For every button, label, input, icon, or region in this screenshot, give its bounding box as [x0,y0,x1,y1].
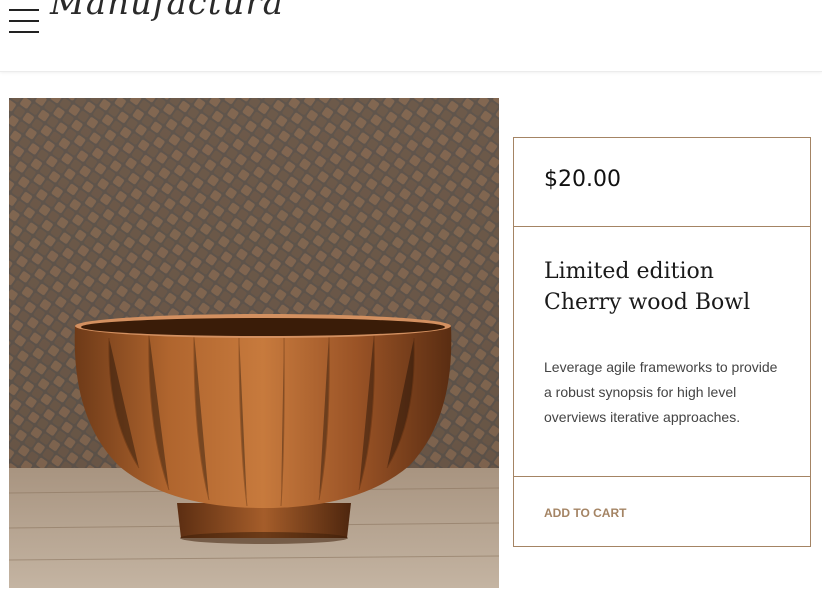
product-image [9,98,499,588]
product-description: Leverage agile frameworks to provide a r… [544,359,778,425]
product-info-section: Limited edition Cherry wood Bowl Leverag… [514,227,810,477]
product-price: $20.00 [544,167,621,192]
menu-line [9,20,39,22]
cart-section: ADD TO CART [514,477,810,547]
product-title: Limited edition Cherry wood Bowl [544,259,751,315]
menu-line [9,9,39,11]
price-section: $20.00 [514,138,810,227]
product-card: $20.00 Limited edition Cherry wood Bowl … [513,137,811,547]
menu-line [9,31,39,33]
hamburger-menu-icon[interactable] [9,7,39,35]
add-to-cart-button[interactable]: ADD TO CART [544,506,626,520]
site-header: Manufactura [0,0,822,72]
site-logo[interactable]: Manufactura [50,0,284,20]
